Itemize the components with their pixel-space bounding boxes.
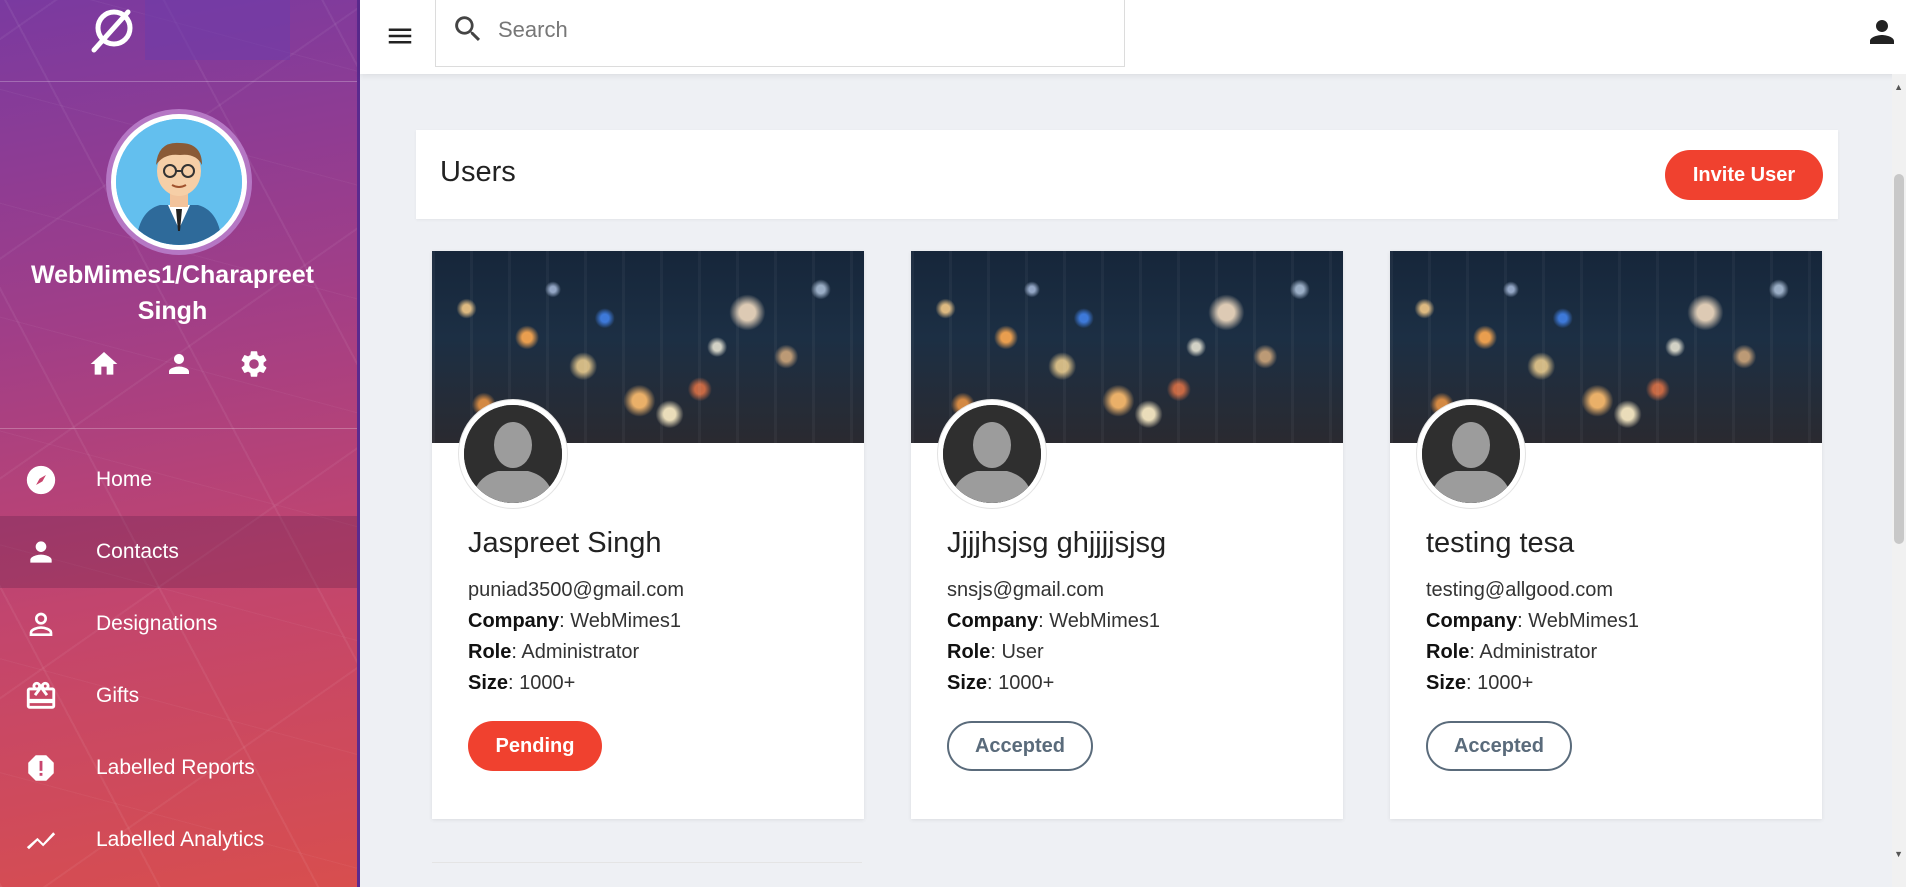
search-bar [435, 0, 1125, 67]
logo-bar [0, 0, 360, 82]
role-label: Role [1426, 641, 1470, 663]
user-avatar[interactable] [1416, 399, 1526, 509]
scrollbar-thumb[interactable] [1894, 174, 1904, 544]
sidebar-item-label: Gifts [96, 684, 140, 707]
user-avatar[interactable] [458, 399, 568, 509]
settings-gear-icon[interactable] [236, 346, 272, 382]
sidebar-item-home[interactable]: Home [0, 444, 360, 516]
person-outline-icon [0, 608, 96, 640]
user-card: Jaspreet Singh puniad3500@gmail.com Comp… [432, 251, 864, 819]
user-size: Size: 1000+ [468, 672, 575, 695]
gift-card-icon [0, 679, 96, 713]
role-label: Role [468, 641, 512, 663]
search-input[interactable] [498, 10, 1098, 50]
label-separator: : [990, 641, 1002, 663]
label-separator: : [1469, 641, 1480, 663]
account-menu-icon[interactable] [1864, 14, 1900, 50]
sidebar-item-gifts[interactable]: Gifts [0, 660, 360, 732]
user-size: Size: 1000+ [947, 672, 1054, 695]
sidebar-divider [0, 428, 360, 429]
alert-octagon-icon [0, 751, 96, 785]
company-label: Company [468, 610, 560, 632]
default-avatar-icon [1422, 405, 1520, 503]
role-label: Role [947, 641, 991, 663]
user-email: puniad3500@gmail.com [468, 579, 684, 601]
label-separator: : [1466, 672, 1478, 694]
home-icon[interactable] [86, 346, 122, 382]
page-title: Users [440, 156, 516, 188]
user-card: testing tesa testing@allgood.com Company… [1390, 251, 1822, 819]
top-bar [360, 0, 1906, 74]
sidebar-item-label: Labelled Reports [96, 756, 255, 779]
user-name: testing tesa [1426, 527, 1575, 559]
sidebar-item-label: Labelled Analytics [96, 828, 265, 851]
app-logo-icon[interactable] [88, 6, 136, 54]
sidebar-item-label: Designations [96, 612, 218, 635]
company-value: WebMimes1 [1049, 610, 1161, 632]
user-role: Role: Administrator [468, 641, 639, 664]
size-value: 1000+ [998, 672, 1055, 694]
default-avatar-icon [943, 405, 1041, 503]
size-value: 1000+ [519, 672, 576, 694]
user-avatar[interactable] [937, 399, 1047, 509]
role-value: User [1001, 641, 1044, 663]
users-header: Users Invite User [416, 130, 1838, 219]
sidebar-item-labelled-reports[interactable]: Labelled Reports [0, 732, 360, 804]
company-label: Company [1426, 610, 1518, 632]
sidebar-item-label: Home [96, 468, 153, 491]
sidebar-item-contacts[interactable]: Contacts [0, 516, 360, 588]
size-label: Size [1426, 672, 1467, 694]
profile-avatar[interactable] [106, 109, 252, 255]
user-company: Company: WebMimes1 [1426, 610, 1639, 633]
status-accepted-button[interactable]: Accepted [947, 721, 1093, 771]
menu-icon[interactable] [382, 18, 418, 54]
compass-icon [0, 463, 96, 497]
company-value: WebMimes1 [1528, 610, 1640, 632]
user-size: Size: 1000+ [1426, 672, 1533, 695]
user-card: Jjjjhsjsg ghjjjjsjsg snsjs@gmail.com Com… [911, 251, 1343, 819]
label-separator: : [508, 672, 520, 694]
trending-icon [0, 823, 96, 857]
user-name: Jjjjhsjsg ghjjjjsjsg [947, 527, 1167, 559]
account-icon[interactable] [161, 346, 197, 382]
invite-user-button[interactable]: Invite User [1665, 150, 1823, 200]
size-label: Size [468, 672, 509, 694]
label-separator: : [559, 610, 571, 632]
role-value: Administrator [521, 641, 640, 663]
sidebar: WebMimes1/Charapreet Singh Home Contacts [0, 0, 360, 887]
company-value: WebMimes1 [570, 610, 682, 632]
status-accepted-button[interactable]: Accepted [1426, 721, 1572, 771]
label-separator: : [511, 641, 522, 663]
size-value: 1000+ [1477, 672, 1534, 694]
user-email: testing@allgood.com [1426, 579, 1614, 601]
role-value: Administrator [1479, 641, 1598, 663]
sidebar-item-label: Contacts [96, 540, 179, 563]
user-company: Company: WebMimes1 [468, 610, 681, 633]
page-scrollbar[interactable]: ▲ ▼ [1892, 74, 1906, 887]
sidebar-item-labelled-analytics[interactable]: Labelled Analytics [0, 804, 360, 876]
person-icon [0, 536, 96, 568]
profile-name: WebMimes1/Charapreet Singh [31, 261, 314, 325]
label-separator: : [1517, 610, 1529, 632]
user-role: Role: Administrator [1426, 641, 1597, 664]
company-label: Company [947, 610, 1039, 632]
scroll-up-icon[interactable]: ▲ [1894, 82, 1903, 92]
default-avatar-icon [464, 405, 562, 503]
scroll-down-icon[interactable]: ▼ [1894, 849, 1903, 859]
avatar-illustration [116, 119, 242, 245]
user-email: snsjs@gmail.com [947, 579, 1105, 601]
user-name: Jaspreet Singh [468, 527, 662, 559]
search-icon[interactable] [451, 12, 485, 46]
label-separator: : [987, 672, 999, 694]
next-row-edge [432, 862, 862, 863]
user-company: Company: WebMimes1 [947, 610, 1160, 633]
label-separator: : [1038, 610, 1050, 632]
status-pending-button[interactable]: Pending [468, 721, 602, 771]
user-role: Role: User [947, 641, 1044, 664]
size-label: Size [947, 672, 988, 694]
sidebar-item-designations[interactable]: Designations [0, 588, 360, 660]
logo-backdrop [145, 0, 290, 60]
